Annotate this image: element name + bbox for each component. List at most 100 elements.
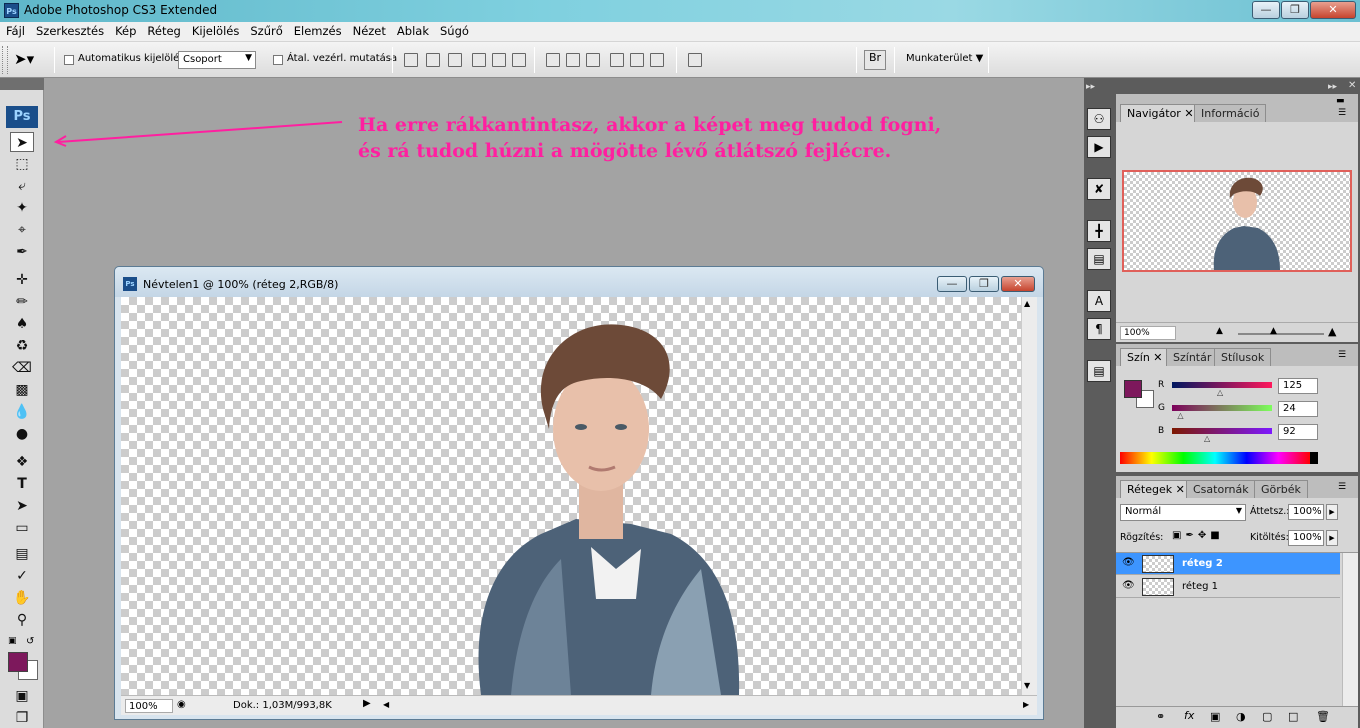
layer-name[interactable]: réteg 1	[1182, 581, 1218, 592]
dodge-tool-icon[interactable]: ●	[10, 424, 34, 444]
blur-tool-icon[interactable]: 💧	[10, 402, 34, 422]
align-vcenter-icon[interactable]	[426, 53, 440, 67]
shape-tool-icon[interactable]: ▭	[10, 518, 34, 538]
quick-mask-icon[interactable]: ▣	[10, 686, 34, 706]
actions-panel-icon[interactable]: ▶	[1087, 136, 1111, 158]
zoom-out-icon[interactable]: ▲	[1216, 326, 1223, 336]
scroll-down-icon[interactable]: ▼	[1024, 681, 1030, 690]
swap-colors-icon[interactable]: ↺	[26, 636, 34, 647]
layers-scrollbar[interactable]	[1342, 553, 1358, 707]
menu-view[interactable]: Nézet	[347, 22, 391, 38]
panel-menu-icon[interactable]: ☰	[1338, 108, 1346, 118]
distribute-vcenter-icon[interactable]	[566, 53, 580, 67]
brush-tool-icon[interactable]: ✏	[10, 292, 34, 312]
canvas[interactable]	[121, 297, 1021, 695]
distribute-top-icon[interactable]	[546, 53, 560, 67]
close-button[interactable]: ✕	[1310, 1, 1356, 19]
menu-filter[interactable]: Szűrő	[244, 22, 287, 38]
navigator-zoom-field[interactable]: 100%	[1120, 326, 1176, 340]
channel-slider-b[interactable]	[1172, 428, 1272, 434]
new-layer-icon[interactable]: □	[1288, 710, 1298, 723]
tab-info[interactable]: Információ	[1194, 104, 1267, 122]
tab-color[interactable]: Szín ✕	[1120, 348, 1170, 366]
layer-row[interactable]: 👁 réteg 1	[1116, 576, 1340, 598]
lasso-tool-icon[interactable]: ⤶	[10, 176, 34, 196]
opacity-field[interactable]: 100%	[1288, 504, 1324, 520]
distribute-right-icon[interactable]	[650, 53, 664, 67]
panel-close-icon[interactable]: ✕	[1348, 80, 1356, 91]
distribute-left-icon[interactable]	[610, 53, 624, 67]
bridge-icon[interactable]: Br	[864, 50, 886, 70]
navigator-preview[interactable]	[1122, 170, 1352, 272]
move-tool-preset-icon[interactable]: ➤▾	[14, 50, 34, 68]
zoom-in-icon[interactable]: ▲	[1328, 325, 1336, 338]
minimize-button[interactable]: —	[1252, 1, 1280, 19]
visibility-eye-icon[interactable]: 👁	[1122, 557, 1135, 568]
clone-stamp-tool-icon[interactable]: ♠	[10, 314, 34, 334]
fill-field[interactable]: 100%	[1288, 530, 1324, 546]
layer-mask-icon[interactable]: ▣	[1210, 710, 1220, 723]
menu-image[interactable]: Kép	[109, 22, 141, 38]
path-selection-tool-icon[interactable]: ➤	[10, 496, 34, 516]
delete-layer-icon[interactable]: 🗑	[1316, 710, 1330, 723]
menu-layer[interactable]: Réteg	[141, 22, 185, 38]
tab-paths[interactable]: Görbék	[1254, 480, 1308, 498]
clone-source-panel-icon[interactable]: ▤	[1087, 248, 1111, 270]
color-spectrum-bar[interactable]	[1120, 452, 1318, 464]
menu-file[interactable]: Fájl	[0, 22, 30, 38]
tab-channels[interactable]: Csatornák	[1186, 480, 1256, 498]
panel-minimize-icon[interactable]: ▬	[1336, 96, 1345, 106]
status-menu-icon[interactable]: ◉	[177, 699, 186, 710]
marquee-tool-icon[interactable]: ⬚	[10, 154, 34, 174]
workspace-menu[interactable]: Munkaterület ▼	[906, 53, 983, 64]
scroll-left-icon[interactable]: ◀	[383, 700, 389, 709]
tab-swatches[interactable]: Színtár	[1166, 348, 1219, 366]
panel-menu-icon[interactable]: ☰	[1338, 482, 1346, 492]
align-bottom-icon[interactable]	[448, 53, 462, 67]
lock-position-icon[interactable]: ✥	[1198, 530, 1210, 541]
layer-row[interactable]: 👁 réteg 2	[1116, 553, 1340, 575]
history-panel-icon[interactable]: ⚇	[1087, 108, 1111, 130]
zoom-field[interactable]: 100%	[125, 699, 173, 713]
channel-handle-g[interactable]: △	[1177, 411, 1183, 420]
align-hcenter-icon[interactable]	[492, 53, 506, 67]
panel-expand-icon[interactable]: ▸▸	[1328, 82, 1337, 92]
link-layers-icon[interactable]: ⚭	[1156, 710, 1165, 723]
brushes-panel-icon[interactable]: ╋	[1087, 220, 1111, 242]
layer-name[interactable]: réteg 2	[1182, 558, 1223, 569]
document-minimize-button[interactable]: —	[937, 276, 967, 292]
type-tool-icon[interactable]: T	[10, 474, 34, 494]
menu-select[interactable]: Kijelölés	[186, 22, 245, 38]
channel-slider-g[interactable]	[1172, 405, 1272, 411]
auto-align-icon[interactable]	[688, 53, 702, 67]
eraser-tool-icon[interactable]: ⌫	[10, 358, 34, 378]
document-title-bar[interactable]: Ps Névtelen1 @ 100% (réteg 2,RGB/8) — ❐ …	[115, 267, 1043, 297]
close-icon[interactable]: ✕	[1153, 351, 1162, 364]
menu-help[interactable]: Súgó	[434, 22, 474, 38]
tool-presets-panel-icon[interactable]: ✘	[1087, 178, 1111, 200]
lock-transparency-icon[interactable]: ▣	[1172, 530, 1185, 541]
default-colors-icon[interactable]: ▣	[8, 636, 17, 646]
adjustment-layer-icon[interactable]: ◑	[1236, 710, 1246, 723]
character-panel-icon[interactable]: A	[1087, 290, 1111, 312]
tab-layers[interactable]: Rétegek ✕	[1120, 480, 1192, 498]
channel-value-b[interactable]: 92	[1278, 424, 1318, 440]
healing-brush-tool-icon[interactable]: ✛	[10, 270, 34, 290]
dock-collapse-icon[interactable]: ▸▸	[1086, 82, 1095, 92]
paragraph-panel-icon[interactable]: ¶	[1087, 318, 1111, 340]
channel-handle-b[interactable]: △	[1204, 434, 1210, 443]
zoom-slider-handle[interactable]: ▲	[1270, 326, 1277, 336]
distribute-hcenter-icon[interactable]	[630, 53, 644, 67]
lock-all-icon[interactable]: ■	[1210, 530, 1223, 541]
document-close-button[interactable]: ✕	[1001, 276, 1035, 292]
new-group-icon[interactable]: ▢	[1262, 710, 1272, 723]
hand-tool-icon[interactable]: ✋	[10, 588, 34, 608]
zoom-tool-icon[interactable]: ⚲	[10, 610, 34, 630]
tab-navigator[interactable]: Navigátor ✕	[1120, 104, 1201, 122]
show-transform-checkbox[interactable]	[273, 55, 283, 65]
align-top-icon[interactable]	[404, 53, 418, 67]
eyedropper-tool-icon[interactable]: ✓	[10, 566, 34, 586]
menu-edit[interactable]: Szerkesztés	[30, 22, 109, 38]
scroll-right-icon[interactable]: ▶	[1023, 700, 1029, 709]
vertical-scrollbar[interactable]: ▲ ▼	[1021, 297, 1037, 695]
